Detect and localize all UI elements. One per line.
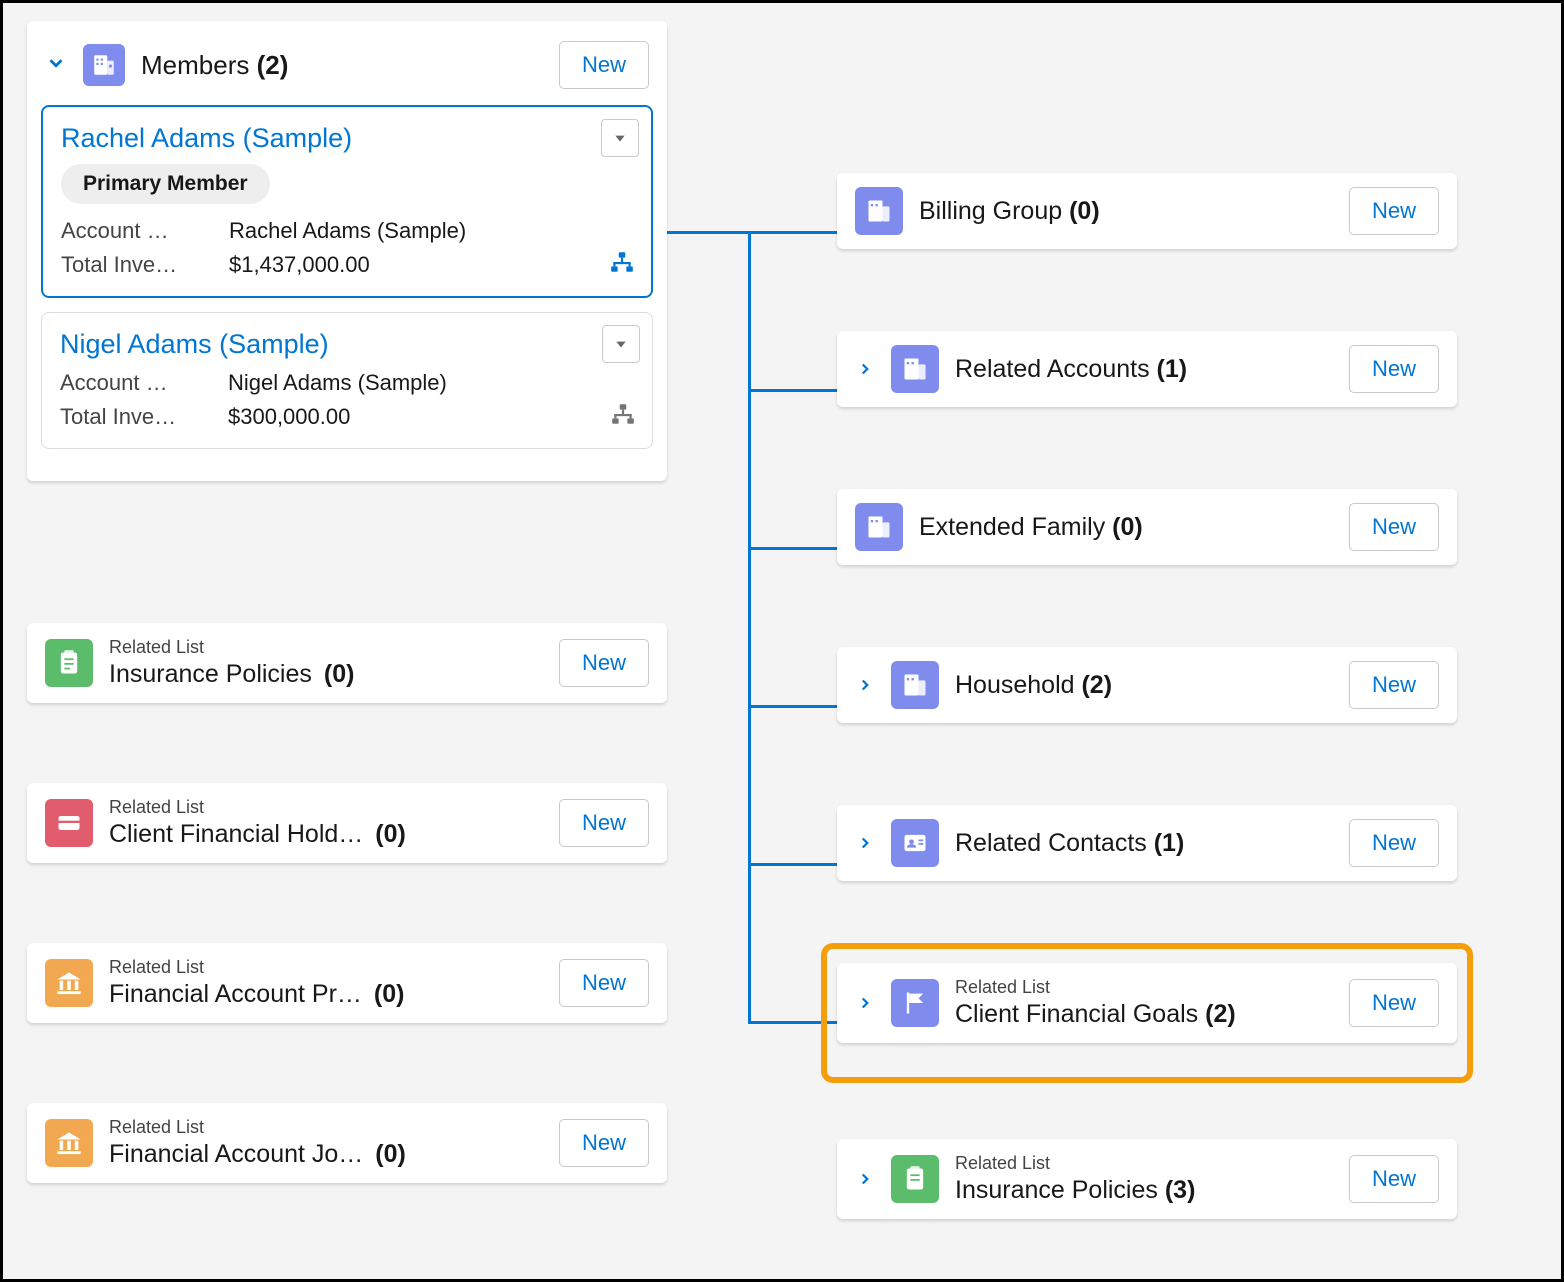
flag-icon bbox=[891, 979, 939, 1027]
member-card-rachel[interactable]: Rachel Adams (Sample) Primary Member Acc… bbox=[41, 105, 653, 298]
new-member-button[interactable]: New bbox=[559, 41, 649, 89]
new-button[interactable]: New bbox=[1349, 503, 1439, 551]
building-icon bbox=[891, 661, 939, 709]
related-list-financial-account-jo[interactable]: Related List Financial Account Jo… (0) N… bbox=[27, 1103, 667, 1183]
members-icon bbox=[83, 44, 125, 86]
new-button[interactable]: New bbox=[1349, 979, 1439, 1027]
related-list-count: (0) bbox=[324, 660, 355, 689]
related-list-title: Financial Account Jo… bbox=[109, 1140, 363, 1169]
card-menu-button[interactable] bbox=[601, 119, 639, 157]
field-label: Total Inve… bbox=[60, 404, 210, 430]
related-household[interactable]: Household (2) New bbox=[837, 647, 1457, 723]
connector-line bbox=[748, 389, 837, 392]
related-list-subtitle: Related List bbox=[955, 977, 1333, 998]
related-list-count: (0) bbox=[375, 1140, 406, 1169]
field-label: Account … bbox=[60, 370, 210, 396]
new-button[interactable]: New bbox=[1349, 187, 1439, 235]
chevron-right-icon[interactable] bbox=[855, 994, 875, 1012]
related-insurance-policies-right[interactable]: Related List Insurance Policies (3) New bbox=[837, 1139, 1457, 1219]
related-list-title: Financial Account Pr… bbox=[109, 980, 362, 1009]
chevron-right-icon[interactable] bbox=[855, 834, 875, 852]
related-client-financial-goals[interactable]: Related List Client Financial Goals (2) … bbox=[837, 963, 1457, 1043]
related-title: Related Accounts bbox=[955, 355, 1150, 383]
field-value: Nigel Adams (Sample) bbox=[228, 370, 634, 396]
related-title: Related Contacts bbox=[955, 829, 1147, 857]
bank-icon bbox=[45, 959, 93, 1007]
related-list-client-financial-hold[interactable]: Related List Client Financial Hold… (0) … bbox=[27, 783, 667, 863]
related-list-subtitle: Related List bbox=[109, 957, 543, 978]
building-icon bbox=[891, 345, 939, 393]
connector-line bbox=[667, 231, 751, 234]
related-count: (1) bbox=[1157, 355, 1188, 383]
new-button[interactable]: New bbox=[559, 799, 649, 847]
related-accounts[interactable]: Related Accounts (1) New bbox=[837, 331, 1457, 407]
building-icon bbox=[855, 187, 903, 235]
primary-member-chip: Primary Member bbox=[61, 164, 270, 204]
members-header: Members (2) New bbox=[41, 35, 653, 105]
connector-line bbox=[748, 231, 751, 1021]
related-title: Extended Family bbox=[919, 513, 1105, 541]
related-count: (0) bbox=[1112, 513, 1143, 541]
field-value: $300,000.00 bbox=[228, 404, 634, 430]
connector-line bbox=[748, 863, 837, 866]
members-title: Members (2) bbox=[141, 50, 288, 81]
members-panel: Members (2) New Rachel Adams (Sample) Pr… bbox=[27, 21, 667, 481]
related-count: (2) bbox=[1205, 1000, 1236, 1028]
bank-icon bbox=[45, 1119, 93, 1167]
related-list-subtitle: Related List bbox=[109, 637, 543, 658]
member-name-link[interactable]: Rachel Adams (Sample) bbox=[61, 123, 633, 154]
related-count: (2) bbox=[1081, 671, 1112, 699]
building-icon bbox=[855, 503, 903, 551]
related-count: (3) bbox=[1165, 1176, 1196, 1204]
related-title: Billing Group bbox=[919, 197, 1062, 225]
new-button[interactable]: New bbox=[559, 1119, 649, 1167]
contact-icon bbox=[891, 819, 939, 867]
related-list-count: (0) bbox=[375, 820, 406, 849]
chevron-right-icon[interactable] bbox=[855, 676, 875, 694]
clipboard-icon bbox=[45, 639, 93, 687]
connector-line bbox=[748, 547, 837, 550]
new-button[interactable]: New bbox=[1349, 345, 1439, 393]
new-button[interactable]: New bbox=[1349, 819, 1439, 867]
connector-line bbox=[748, 231, 837, 234]
card-icon bbox=[45, 799, 93, 847]
related-title: Household bbox=[955, 671, 1075, 699]
related-count: (1) bbox=[1154, 829, 1185, 857]
related-billing-group[interactable]: Billing Group (0) New bbox=[837, 173, 1457, 249]
related-extended-family[interactable]: Extended Family (0) New bbox=[837, 489, 1457, 565]
hierarchy-icon[interactable] bbox=[609, 249, 635, 282]
member-card-nigel[interactable]: Nigel Adams (Sample) Account … Nigel Ada… bbox=[41, 312, 653, 449]
related-list-subtitle: Related List bbox=[109, 1117, 543, 1138]
new-button[interactable]: New bbox=[1349, 1155, 1439, 1203]
related-contacts[interactable]: Related Contacts (1) New bbox=[837, 805, 1457, 881]
related-count: (0) bbox=[1069, 197, 1100, 225]
card-menu-button[interactable] bbox=[602, 325, 640, 363]
related-list-financial-account-pr[interactable]: Related List Financial Account Pr… (0) N… bbox=[27, 943, 667, 1023]
chevron-down-icon[interactable] bbox=[45, 50, 67, 81]
connector-line bbox=[748, 1021, 837, 1024]
new-button[interactable]: New bbox=[1349, 661, 1439, 709]
new-button[interactable]: New bbox=[559, 639, 649, 687]
related-list-title: Insurance Policies bbox=[109, 660, 312, 689]
new-button[interactable]: New bbox=[559, 959, 649, 1007]
field-label: Total Inve… bbox=[61, 252, 211, 278]
hierarchy-icon[interactable] bbox=[610, 401, 636, 434]
chevron-right-icon[interactable] bbox=[855, 360, 875, 378]
member-name-link[interactable]: Nigel Adams (Sample) bbox=[60, 329, 634, 360]
clipboard-icon bbox=[891, 1155, 939, 1203]
connector-line bbox=[748, 705, 837, 708]
related-list-insurance-policies[interactable]: Related List Insurance Policies (0) New bbox=[27, 623, 667, 703]
related-list-title: Client Financial Hold… bbox=[109, 820, 363, 849]
related-list-subtitle: Related List bbox=[955, 1153, 1333, 1174]
field-value: Rachel Adams (Sample) bbox=[229, 218, 633, 244]
related-list-subtitle: Related List bbox=[109, 797, 543, 818]
field-value: $1,437,000.00 bbox=[229, 252, 633, 278]
related-list-count: (0) bbox=[374, 980, 405, 1009]
field-label: Account … bbox=[61, 218, 211, 244]
related-title: Insurance Policies bbox=[955, 1176, 1158, 1204]
chevron-right-icon[interactable] bbox=[855, 1170, 875, 1188]
related-title: Client Financial Goals bbox=[955, 1000, 1198, 1028]
